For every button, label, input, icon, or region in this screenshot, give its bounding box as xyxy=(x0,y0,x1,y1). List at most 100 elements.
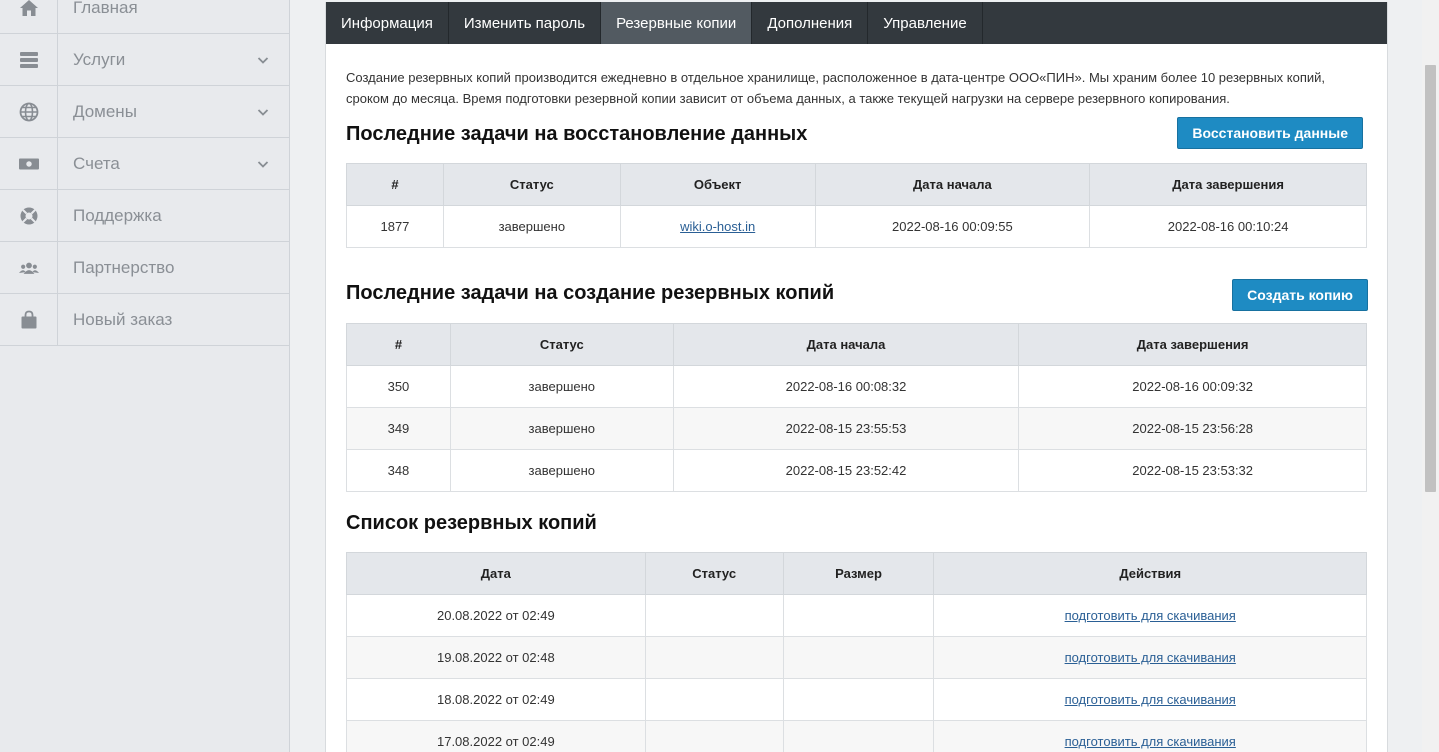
tab-backups[interactable]: Резервные копии xyxy=(601,2,753,44)
cell-status xyxy=(644,594,784,637)
column-header: Статус xyxy=(644,552,784,595)
table-row: 20.08.2022 от 02:49 подготовить для скач… xyxy=(346,594,1367,637)
sidebar-item-label: Главная xyxy=(73,0,138,17)
column-header: Дата начала xyxy=(672,323,1020,366)
cell-status xyxy=(644,678,784,721)
cell-status: завершено xyxy=(449,449,674,492)
table-header-row: # Статус Объект Дата начала Дата заверше… xyxy=(346,163,1367,206)
sidebar-item-label: Партнерство xyxy=(73,257,175,277)
cell-status xyxy=(644,636,784,679)
cell-start-date: 2022-08-15 23:55:53 xyxy=(672,407,1020,450)
cell-start-date: 2022-08-16 00:09:55 xyxy=(814,205,1091,248)
cell-status: завершено xyxy=(449,365,674,408)
cell-end-date: 2022-08-15 23:53:32 xyxy=(1018,449,1367,492)
globe-icon xyxy=(0,86,58,137)
sidebar-item-invoices[interactable]: Счета xyxy=(0,138,289,190)
prepare-download-link[interactable]: подготовить для скачивания xyxy=(1065,734,1236,749)
prepare-download-link[interactable]: подготовить для скачивания xyxy=(1065,692,1236,707)
table-row: 350 завершено 2022-08-16 00:08:32 2022-0… xyxy=(346,365,1367,408)
sidebar-item-label: Новый заказ xyxy=(73,309,173,329)
cell-id: 348 xyxy=(346,449,451,492)
column-header: # xyxy=(346,163,444,206)
column-header: Дата начала xyxy=(814,163,1091,206)
table-row: 19.08.2022 от 02:48 подготовить для скач… xyxy=(346,636,1367,679)
page-scrollbar[interactable] xyxy=(1422,0,1439,752)
sidebar-item-domains[interactable]: Домены xyxy=(0,86,289,138)
table-row: 348 завершено 2022-08-15 23:52:42 2022-0… xyxy=(346,449,1367,492)
column-header: Дата завершения xyxy=(1089,163,1367,206)
table-header-row: Дата Статус Размер Действия xyxy=(346,552,1367,595)
sidebar-item-services[interactable]: Услуги xyxy=(0,34,289,86)
tab-management[interactable]: Управление xyxy=(868,2,983,44)
column-header: Дата завершения xyxy=(1018,323,1367,366)
cell-date: 17.08.2022 от 02:49 xyxy=(346,720,646,752)
intro-text: Создание резервных копий производится еж… xyxy=(346,70,1326,106)
sidebar-item-home[interactable]: Главная xyxy=(0,0,289,34)
cell-id: 349 xyxy=(346,407,451,450)
column-header: Дата xyxy=(346,552,646,595)
users-icon xyxy=(0,242,58,293)
sidebar-item-label: Домены xyxy=(73,101,137,121)
backup-tasks-table: # Статус Дата начала Дата завершения 350… xyxy=(346,323,1367,492)
sidebar-nav: Главная Услуги Домены Счета Поддержка Па… xyxy=(0,0,289,346)
column-header: Статус xyxy=(449,323,674,366)
create-backup-button[interactable]: Создать копию xyxy=(1232,279,1368,311)
tab-bar: Информация Изменить пароль Резервные коп… xyxy=(326,2,1387,44)
cell-size xyxy=(782,720,935,752)
column-header: Действия xyxy=(933,552,1367,595)
column-header: Размер xyxy=(782,552,935,595)
column-header: # xyxy=(346,323,451,366)
table-row: 1877 завершено wiki.o-host.in 2022-08-16… xyxy=(346,205,1367,248)
object-link[interactable]: wiki.o-host.in xyxy=(680,219,755,234)
tab-info[interactable]: Информация xyxy=(326,2,449,44)
restore-section-title: Последние задачи на восстановление данны… xyxy=(346,123,808,145)
cell-start-date: 2022-08-16 00:08:32 xyxy=(672,365,1020,408)
backups-section-title: Список резервных копий xyxy=(346,512,597,534)
cell-end-date: 2022-08-16 00:09:32 xyxy=(1018,365,1367,408)
lifebuoy-icon xyxy=(0,190,58,241)
sidebar: Главная Услуги Домены Счета Поддержка Па… xyxy=(0,0,290,752)
cell-actions: подготовить для скачивания xyxy=(933,678,1367,721)
main-panel: Информация Изменить пароль Резервные коп… xyxy=(325,2,1388,752)
cell-id: 350 xyxy=(346,365,451,408)
cell-status: завершено xyxy=(442,205,621,248)
cell-size xyxy=(782,678,935,721)
cell-status xyxy=(644,720,784,752)
cell-status: завершено xyxy=(449,407,674,450)
cell-actions: подготовить для скачивания xyxy=(933,594,1367,637)
table-row: 349 завершено 2022-08-15 23:55:53 2022-0… xyxy=(346,407,1367,450)
cell-end-date: 2022-08-15 23:56:28 xyxy=(1018,407,1367,450)
table-row: 17.08.2022 от 02:49 подготовить для скач… xyxy=(346,720,1367,752)
server-icon xyxy=(0,34,58,85)
sidebar-item-label: Услуги xyxy=(73,49,126,69)
home-icon xyxy=(0,0,58,33)
cell-object: wiki.o-host.in xyxy=(619,205,816,248)
cell-start-date: 2022-08-15 23:52:42 xyxy=(672,449,1020,492)
prepare-download-link[interactable]: подготовить для скачивания xyxy=(1065,608,1236,623)
tab-addons[interactable]: Дополнения xyxy=(752,2,869,44)
cell-size xyxy=(782,594,935,637)
chevron-down-icon xyxy=(237,86,289,137)
table-row: 18.08.2022 от 02:49 подготовить для скач… xyxy=(346,678,1367,721)
tab-change-password[interactable]: Изменить пароль xyxy=(449,2,602,44)
bag-icon xyxy=(0,294,58,345)
chevron-down-icon xyxy=(237,138,289,189)
cell-size xyxy=(782,636,935,679)
scrollbar-thumb[interactable] xyxy=(1425,65,1436,492)
sidebar-item-new-order[interactable]: Новый заказ xyxy=(0,294,289,346)
cell-id: 1877 xyxy=(346,205,444,248)
restore-data-button[interactable]: Восстановить данные xyxy=(1177,117,1363,149)
restore-table: # Статус Объект Дата начала Дата заверше… xyxy=(346,163,1367,248)
cell-actions: подготовить для скачивания xyxy=(933,636,1367,679)
table-header-row: # Статус Дата начала Дата завершения xyxy=(346,323,1367,366)
cell-date: 20.08.2022 от 02:49 xyxy=(346,594,646,637)
backups-table: Дата Статус Размер Действия 20.08.2022 о… xyxy=(346,552,1367,752)
column-header: Статус xyxy=(442,163,621,206)
prepare-download-link[interactable]: подготовить для скачивания xyxy=(1065,650,1236,665)
backup-tasks-section-title: Последние задачи на создание резервных к… xyxy=(346,282,835,304)
sidebar-item-label: Поддержка xyxy=(73,205,162,225)
sidebar-item-support[interactable]: Поддержка xyxy=(0,190,289,242)
chevron-down-icon xyxy=(237,34,289,85)
sidebar-item-label: Счета xyxy=(73,153,120,173)
sidebar-item-partnership[interactable]: Партнерство xyxy=(0,242,289,294)
